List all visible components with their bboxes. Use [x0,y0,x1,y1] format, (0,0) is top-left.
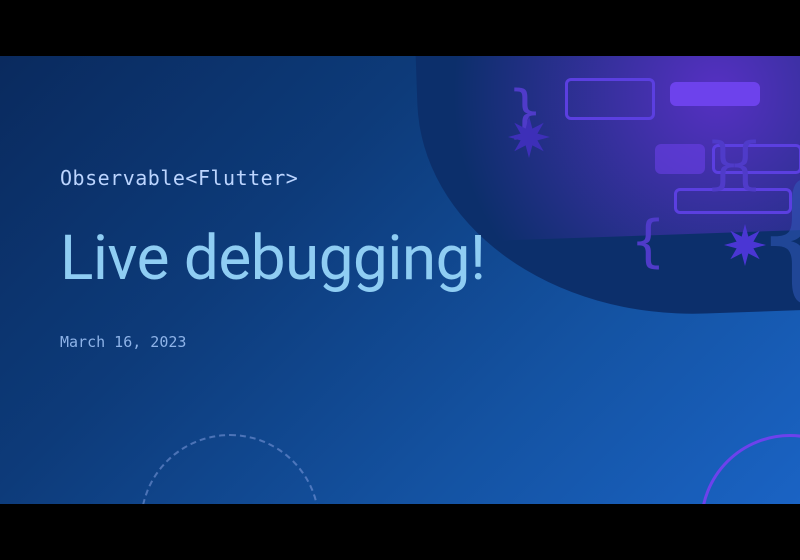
title-slide: { } { } { Observable<Flutter> Live debug… [0,56,800,504]
series-title: Observable<Flutter> [60,166,800,190]
dashed-circle-decor [140,434,320,504]
slide-date: March 16, 2023 [60,333,800,351]
main-title: Live debugging! [60,222,800,295]
slide-content: Observable<Flutter> Live debugging! Marc… [0,56,800,351]
ring-decor [700,434,800,504]
